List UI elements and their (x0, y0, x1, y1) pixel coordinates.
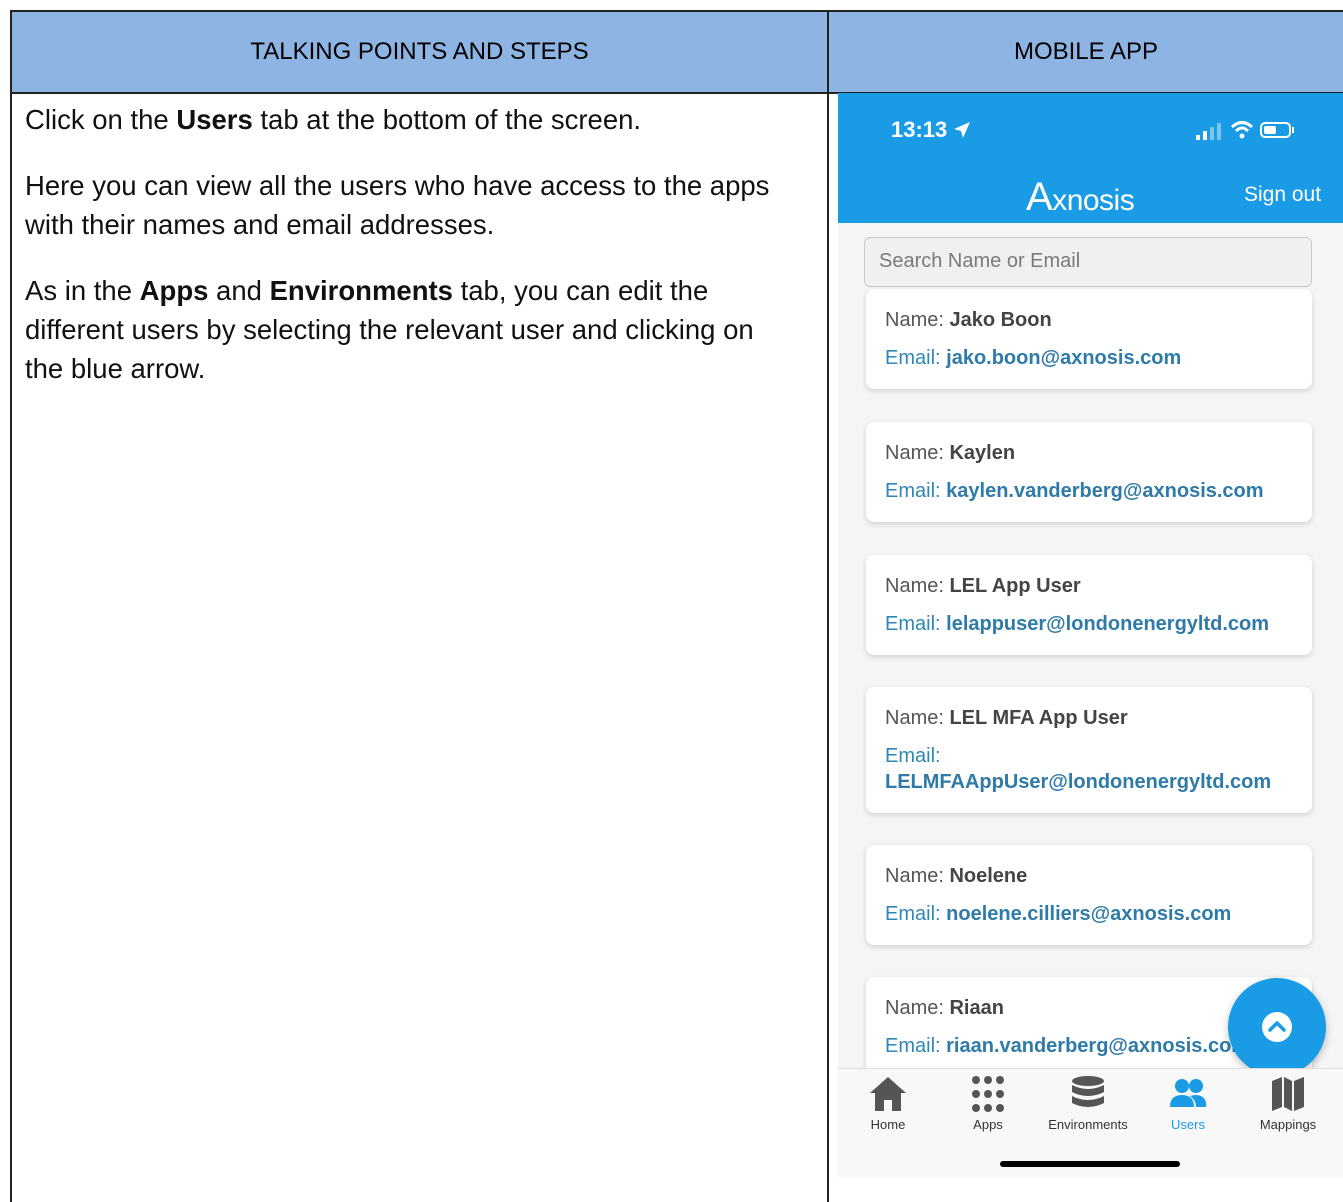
step-1-text-c: tab at the bottom of the screen. (252, 104, 642, 135)
user-email: LELMFAAppUser@londonenergyltd.com (885, 771, 1272, 793)
step-1: Click on the Users tab at the bottom of … (25, 100, 795, 139)
tab-apps[interactable]: Apps (938, 1075, 1038, 1132)
axnosis-logo: Axnosis (1026, 175, 1135, 220)
step-3-bold-apps: Apps (139, 275, 209, 306)
search-input[interactable]: Search Name or Email (864, 237, 1312, 287)
name-label: Name: (885, 865, 944, 887)
step-1-bold-users: Users (176, 104, 253, 135)
home-indicator (1000, 1161, 1180, 1167)
database-icon (1072, 1076, 1104, 1107)
email-label: Email: (885, 480, 941, 502)
status-time-text: 13:13 (891, 117, 948, 142)
mobile-app-screenshot: 13:13 Axnosis Sign out Search Name or Em… (838, 93, 1343, 1178)
apps-grid-icon (972, 1076, 1004, 1112)
scroll-to-top-button[interactable] (1228, 978, 1326, 1076)
signal-icon (1196, 123, 1221, 140)
user-card[interactable]: Name: Kaylen Email: kaylen.vanderberg@ax… (866, 422, 1312, 522)
bottom-tab-bar: Home Apps Environments Users Mappings (838, 1068, 1343, 1178)
user-name: Jako Boon (949, 309, 1052, 331)
talking-points: Click on the Users tab at the bottom of … (25, 100, 795, 415)
user-card[interactable]: Name: Jako Boon Email: jako.boon@axnosis… (866, 289, 1312, 389)
tab-apps-label: Apps (973, 1117, 1003, 1132)
step-1-text-a: Click on the (25, 104, 177, 135)
header-mobile-app: MOBILE APP (1013, 38, 1159, 65)
name-label: Name: (885, 997, 944, 1019)
user-email: jako.boon@axnosis.com (946, 347, 1182, 369)
step-3-text-a: As in the (25, 275, 140, 306)
tab-home[interactable]: Home (838, 1075, 938, 1132)
name-label: Name: (885, 309, 944, 331)
step-3-bold-environments: Environments (269, 275, 453, 306)
map-icon (1272, 1077, 1304, 1111)
tab-mappings-label: Mappings (1259, 1117, 1317, 1132)
location-arrow-icon (954, 122, 971, 138)
user-email: lelappuser@londonenergyltd.com (946, 613, 1270, 635)
email-label: Email: (885, 1035, 941, 1057)
tab-mappings[interactable]: Mappings (1238, 1075, 1338, 1132)
app-header: 13:13 Axnosis Sign out (838, 93, 1343, 223)
home-icon (870, 1077, 906, 1111)
name-label: Name: (885, 707, 944, 729)
email-label: Email: (885, 745, 941, 767)
tab-environments[interactable]: Environments (1038, 1075, 1138, 1132)
chevron-up-circle-icon (1262, 1012, 1292, 1042)
status-icons (1196, 119, 1296, 143)
name-label: Name: (885, 442, 944, 464)
user-email: noelene.cilliers@axnosis.com (946, 903, 1232, 925)
logo-letter-a: A (1026, 175, 1053, 219)
email-label: Email: (885, 903, 941, 925)
user-name: Kaylen (949, 442, 1016, 464)
column-divider (827, 12, 829, 1202)
tab-users[interactable]: Users (1138, 1075, 1238, 1132)
tab-users-label: Users (1171, 1117, 1205, 1132)
user-name: LEL MFA App User (949, 707, 1128, 729)
step-2: Here you can view all the users who have… (25, 170, 770, 240)
status-time: 13:13 (891, 117, 971, 143)
step-3-text-c: and (208, 275, 270, 306)
email-label: Email: (885, 347, 941, 369)
user-name: LEL App User (949, 575, 1081, 597)
step-3: As in the Apps and Environments tab, you… (25, 271, 795, 388)
sign-out-button[interactable]: Sign out (1244, 183, 1321, 207)
users-icon (1170, 1079, 1207, 1107)
user-card[interactable]: Name: LEL MFA App User Email: LELMFAAppU… (866, 687, 1312, 813)
user-card[interactable]: Name: Noelene Email: noelene.cilliers@ax… (866, 845, 1312, 945)
email-label: Email: (885, 613, 941, 635)
tab-environments-label: Environments (1048, 1117, 1128, 1132)
user-name: Riaan (949, 997, 1004, 1019)
name-label: Name: (885, 575, 944, 597)
battery-icon (1260, 122, 1294, 138)
table-header-row: TALKING POINTS AND STEPS MOBILE APP (12, 12, 1343, 94)
user-card[interactable]: Name: LEL App User Email: lelappuser@lon… (866, 555, 1312, 655)
user-email: riaan.vanderberg@axnosis.com (946, 1035, 1250, 1057)
user-name: Noelene (949, 865, 1028, 887)
wifi-icon (1230, 121, 1254, 139)
user-email: kaylen.vanderberg@axnosis.com (946, 480, 1264, 502)
logo-text: xnosis (1052, 184, 1135, 217)
tab-home-label: Home (870, 1117, 906, 1132)
header-talking-points: TALKING POINTS AND STEPS (250, 38, 589, 65)
